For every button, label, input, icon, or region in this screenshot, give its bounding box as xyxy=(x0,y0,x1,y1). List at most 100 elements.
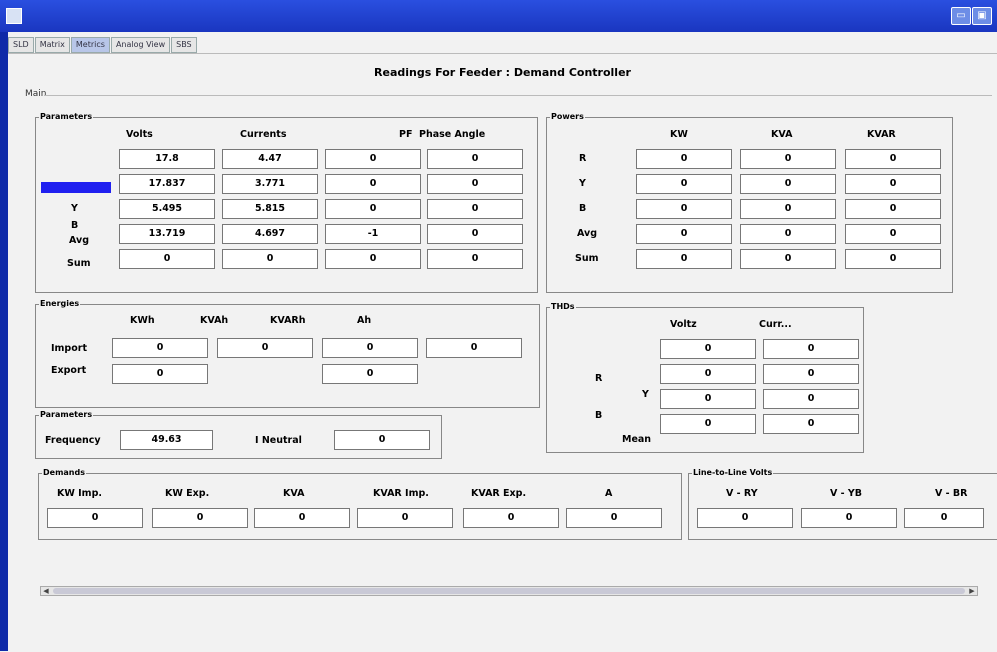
value-field[interactable]: 0 xyxy=(763,364,859,384)
row-label-sum: Sum xyxy=(575,253,599,264)
kw-imp-header: KW Imp. xyxy=(57,488,102,499)
row-label-r: R xyxy=(71,181,79,192)
main-label: Main xyxy=(25,89,47,99)
value-field[interactable]: 0 xyxy=(427,199,523,219)
value-field[interactable]: 0 xyxy=(660,364,756,384)
value-field[interactable]: 0 xyxy=(740,149,836,169)
kvar-exp-header: KVAR Exp. xyxy=(471,488,527,499)
value-field[interactable]: 0 xyxy=(463,508,559,528)
row-label-mean: Mean xyxy=(622,434,652,445)
value-field[interactable]: -1 xyxy=(325,224,421,244)
tab-metrics[interactable]: Metrics xyxy=(70,37,110,53)
value-field[interactable]: 0 xyxy=(660,339,756,359)
ah-header: Ah xyxy=(357,315,372,326)
value-field[interactable]: 0 xyxy=(636,174,732,194)
line-volts-group: Line-to-Line Volts V - RY V - YB V - BR … xyxy=(688,467,997,540)
value-field[interactable]: 0 xyxy=(904,508,984,528)
tab-sld[interactable]: SLD xyxy=(8,37,34,53)
value-field[interactable]: 0 xyxy=(47,508,143,528)
curr-header: Curr... xyxy=(759,319,792,330)
export-label: Export xyxy=(51,365,87,376)
value-field[interactable]: 0 xyxy=(325,149,421,169)
value-field[interactable]: 0 xyxy=(845,149,941,169)
value-field[interactable]: 17.837 xyxy=(119,174,215,194)
value-field[interactable]: 0 xyxy=(845,174,941,194)
value-field[interactable]: 4.47 xyxy=(222,149,318,169)
value-field[interactable]: 0 xyxy=(740,199,836,219)
tab-sbs[interactable]: SBS xyxy=(171,37,197,53)
scroll-right-arrow-icon[interactable]: ▶ xyxy=(967,587,977,595)
value-field[interactable]: 0 xyxy=(845,224,941,244)
value-field[interactable]: 0 xyxy=(697,508,793,528)
row-label-y: Y xyxy=(579,178,586,189)
value-field[interactable]: 0 xyxy=(322,338,418,358)
value-field[interactable]: 0 xyxy=(740,249,836,269)
kw-header: KW xyxy=(670,129,688,140)
value-field[interactable]: 0 xyxy=(763,339,859,359)
value-field[interactable]: 0 xyxy=(152,508,248,528)
value-field[interactable]: 0 xyxy=(427,224,523,244)
scrollbar-thumb[interactable] xyxy=(53,588,965,594)
value-field[interactable]: 0 xyxy=(427,149,523,169)
frequency-field[interactable]: 49.63 xyxy=(120,430,213,450)
value-field[interactable]: 0 xyxy=(325,249,421,269)
value-field[interactable]: 5.815 xyxy=(222,199,318,219)
kvarh-header: KVARh xyxy=(270,315,306,326)
kvah-header: KVAh xyxy=(200,315,229,326)
value-field[interactable]: 0 xyxy=(636,149,732,169)
line-volts-legend: Line-to-Line Volts xyxy=(692,467,774,479)
value-field[interactable]: 0 xyxy=(357,508,453,528)
value-field[interactable]: 0 xyxy=(636,224,732,244)
minimize-button[interactable]: ▭ xyxy=(951,7,971,25)
neutral-field[interactable]: 0 xyxy=(334,430,430,450)
horizontal-scrollbar[interactable]: ◀ ▶ xyxy=(40,586,978,596)
value-field[interactable]: 3.771 xyxy=(222,174,318,194)
value-field[interactable]: 0 xyxy=(322,364,418,384)
window-left-border xyxy=(0,32,8,651)
value-field[interactable]: 0 xyxy=(217,338,313,358)
value-field[interactable]: 0 xyxy=(845,199,941,219)
value-field[interactable]: 0 xyxy=(740,224,836,244)
value-field[interactable]: 0 xyxy=(763,414,859,434)
powers-legend: Powers xyxy=(550,111,585,123)
kvar-header: KVAR xyxy=(867,129,896,140)
row-label-sum: Sum xyxy=(67,258,91,269)
value-field[interactable]: 0 xyxy=(740,174,836,194)
voltz-header: Voltz xyxy=(670,319,697,330)
value-field[interactable]: 0 xyxy=(660,389,756,409)
value-field[interactable]: 17.8 xyxy=(119,149,215,169)
row-label-b: B xyxy=(595,410,603,421)
value-field[interactable]: 0 xyxy=(119,249,215,269)
value-field[interactable]: 4.697 xyxy=(222,224,318,244)
tab-matrix[interactable]: Matrix xyxy=(34,37,70,53)
scroll-left-arrow-icon[interactable]: ◀ xyxy=(41,587,51,595)
value-field[interactable]: 0 xyxy=(660,414,756,434)
value-field[interactable]: 0 xyxy=(845,249,941,269)
value-field[interactable]: 0 xyxy=(636,249,732,269)
row-label-r: R xyxy=(579,153,587,164)
thds-group: THDs Voltz Curr... R Y B Mean 0 0 0 0 0 … xyxy=(546,301,864,453)
value-field[interactable]: 0 xyxy=(112,338,208,358)
value-field[interactable]: 0 xyxy=(222,249,318,269)
value-field[interactable]: 0 xyxy=(636,199,732,219)
value-field[interactable]: 0 xyxy=(426,338,522,358)
value-field[interactable]: 0 xyxy=(566,508,662,528)
value-field[interactable]: 5.495 xyxy=(119,199,215,219)
value-field[interactable]: 0 xyxy=(801,508,897,528)
value-field[interactable]: 0 xyxy=(427,249,523,269)
value-field[interactable]: 0 xyxy=(325,174,421,194)
value-field[interactable]: 0 xyxy=(325,199,421,219)
value-field[interactable]: 0 xyxy=(112,364,208,384)
value-field[interactable]: 13.719 xyxy=(119,224,215,244)
powers-group: Powers KW KVA KVAR R Y B Avg Sum 0 0 0 0… xyxy=(546,111,953,293)
tab-analog-view[interactable]: Analog View xyxy=(110,37,171,53)
import-label: Import xyxy=(51,343,87,354)
value-field[interactable]: 0 xyxy=(254,508,350,528)
currents-header: Currents xyxy=(240,129,287,140)
row-label-avg: Avg xyxy=(577,228,598,239)
kva-header: KVA xyxy=(771,129,793,140)
maximize-button[interactable]: ▣ xyxy=(972,7,992,25)
value-field[interactable]: 0 xyxy=(427,174,523,194)
value-field[interactable]: 0 xyxy=(763,389,859,409)
v-ry-header: V - RY xyxy=(726,488,758,499)
